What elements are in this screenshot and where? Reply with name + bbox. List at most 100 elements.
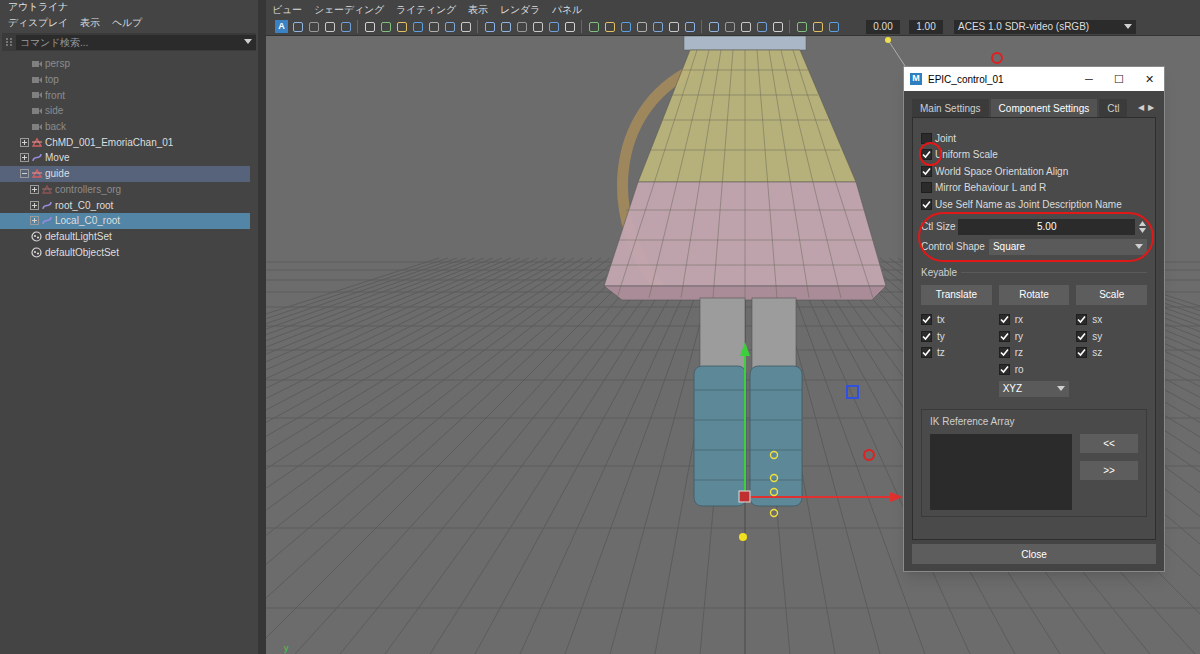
channel-checkbox[interactable]: tx — [921, 312, 992, 329]
checkbox[interactable] — [921, 182, 932, 193]
toolbar-button-icon[interactable] — [755, 20, 768, 33]
checkbox[interactable] — [999, 364, 1010, 375]
toolbar-button-icon[interactable] — [291, 20, 304, 33]
toolbar-button-icon[interactable] — [323, 20, 336, 33]
ik-reference-list[interactable] — [930, 434, 1072, 510]
toolbar-button-icon[interactable] — [379, 20, 392, 33]
channel-group-button[interactable]: Translate — [921, 285, 992, 305]
outliner-item[interactable]: defaultObjectSet — [0, 244, 250, 260]
menu-item[interactable]: ディスプレイ — [8, 15, 68, 30]
toolbar-button-icon[interactable] — [427, 20, 440, 33]
outliner-item[interactable]: side — [0, 103, 250, 119]
checkbox[interactable] — [921, 149, 932, 160]
outliner-item[interactable]: Local_C0_root — [0, 213, 250, 229]
option-row[interactable]: World Space Orientation Align — [921, 163, 1147, 180]
channel-group-button[interactable]: Scale — [1076, 285, 1147, 305]
toolbar-button-icon[interactable] — [811, 20, 824, 33]
channel-checkbox[interactable]: tz — [921, 345, 992, 362]
menu-item[interactable]: 表示 — [80, 15, 100, 30]
toolbar-button-icon[interactable] — [771, 20, 784, 33]
tab-scroll-button[interactable]: ▶ — [1146, 99, 1156, 117]
expand-icon[interactable] — [20, 138, 29, 147]
checkbox[interactable] — [921, 331, 932, 342]
channel-checkbox[interactable]: ty — [921, 328, 992, 345]
checkbox[interactable] — [1076, 314, 1087, 325]
menu-item[interactable]: ライティング — [396, 2, 456, 17]
toolbar-badge[interactable]: A — [275, 20, 288, 33]
toolbar-button-icon[interactable] — [531, 20, 544, 33]
tab-scroll-button[interactable]: ◀ — [1136, 99, 1146, 117]
toolbar-button-icon[interactable] — [547, 20, 560, 33]
menu-item[interactable]: ヘルプ — [112, 15, 142, 30]
toolbar-button-icon[interactable] — [651, 20, 664, 33]
outliner-item[interactable]: root_C0_root — [0, 197, 250, 213]
ik-move-button[interactable]: >> — [1080, 461, 1138, 480]
tab[interactable]: Component Settings — [991, 99, 1098, 117]
channel-checkbox[interactable]: ry — [999, 328, 1070, 345]
checkbox[interactable] — [921, 199, 932, 210]
checkbox[interactable] — [1076, 331, 1087, 342]
expand-icon[interactable] — [30, 201, 39, 210]
outliner-item[interactable]: persp — [0, 56, 250, 72]
channel-checkbox[interactable]: sx — [1076, 312, 1147, 329]
tab[interactable]: Main Settings — [912, 99, 989, 117]
toolbar-button-icon[interactable] — [795, 20, 808, 33]
checkbox[interactable] — [1076, 347, 1087, 358]
control-shape-dropdown[interactable]: Square — [989, 239, 1147, 255]
toolbar-button-icon[interactable] — [499, 20, 512, 33]
panel-divider[interactable] — [258, 0, 266, 654]
outliner-item[interactable]: ChMD_001_EmoriaChan_01 — [0, 134, 250, 150]
expand-icon[interactable] — [30, 216, 39, 225]
ctl-size-field[interactable]: 5.00 — [958, 219, 1135, 235]
outliner-item[interactable]: Move — [0, 150, 250, 166]
menu-item[interactable]: パネル — [552, 2, 582, 17]
checkbox[interactable] — [999, 347, 1010, 358]
menu-item[interactable]: 表示 — [468, 2, 488, 17]
checkbox[interactable] — [921, 166, 932, 177]
channel-group-button[interactable]: Rotate — [999, 285, 1070, 305]
window-button[interactable]: ─ — [1074, 71, 1104, 88]
outliner-item[interactable]: controllers_org — [0, 182, 250, 198]
option-row[interactable]: Mirror Behaviour L and R — [921, 180, 1147, 197]
title-bar[interactable]: MEPIC_control_01─☐✕ — [904, 67, 1164, 91]
window-button[interactable]: ✕ — [1134, 71, 1164, 88]
toolbar-button-icon[interactable] — [515, 20, 528, 33]
menu-item[interactable]: レンダラ — [500, 2, 540, 17]
expand-icon[interactable] — [30, 185, 39, 194]
channel-checkbox[interactable]: sz — [1076, 345, 1147, 362]
channel-checkbox[interactable]: rx — [999, 312, 1070, 329]
collapse-icon[interactable] — [20, 169, 29, 178]
toolbar-button-icon[interactable] — [683, 20, 696, 33]
menu-item[interactable]: シェーディング — [314, 2, 384, 17]
checkbox[interactable] — [921, 347, 932, 358]
toolbar-button-icon[interactable] — [739, 20, 752, 33]
toolbar-button-icon[interactable] — [395, 20, 408, 33]
toolbar-button-icon[interactable] — [587, 20, 600, 33]
outliner-item[interactable]: back — [0, 119, 250, 135]
toolbar-button-icon[interactable] — [411, 20, 424, 33]
toolbar-button-icon[interactable] — [667, 20, 680, 33]
checkbox[interactable] — [921, 133, 932, 144]
toolbar-button-icon[interactable] — [363, 20, 376, 33]
toolbar-field[interactable]: 1.00 — [909, 20, 943, 34]
tab[interactable]: Ctl — [1099, 99, 1127, 117]
toolbar-button-icon[interactable] — [723, 20, 736, 33]
toolbar-button-icon[interactable] — [635, 20, 648, 33]
color-space-dropdown[interactable]: ACES 1.0 SDR-video (sRGB) — [954, 20, 1136, 34]
channel-checkbox[interactable]: sy — [1076, 328, 1147, 345]
expand-icon[interactable] — [20, 153, 29, 162]
toolbar-button-icon[interactable] — [603, 20, 616, 33]
ik-move-button[interactable]: << — [1080, 434, 1138, 453]
search-field[interactable]: コマンド検索... — [16, 35, 256, 50]
toolbar-button-icon[interactable] — [707, 20, 720, 33]
rotate-order-dropdown[interactable]: XYZ — [999, 381, 1070, 397]
window-button[interactable]: ☐ — [1104, 71, 1134, 88]
toolbar-button-icon[interactable] — [483, 20, 496, 33]
outliner-item[interactable]: top — [0, 72, 250, 88]
close-button[interactable]: Close — [912, 544, 1156, 564]
checkbox[interactable] — [921, 314, 932, 325]
outliner-item[interactable]: defaultLightSet — [0, 229, 250, 245]
toolbar-button-icon[interactable] — [459, 20, 472, 33]
checkbox[interactable] — [999, 314, 1010, 325]
checkbox[interactable] — [999, 331, 1010, 342]
